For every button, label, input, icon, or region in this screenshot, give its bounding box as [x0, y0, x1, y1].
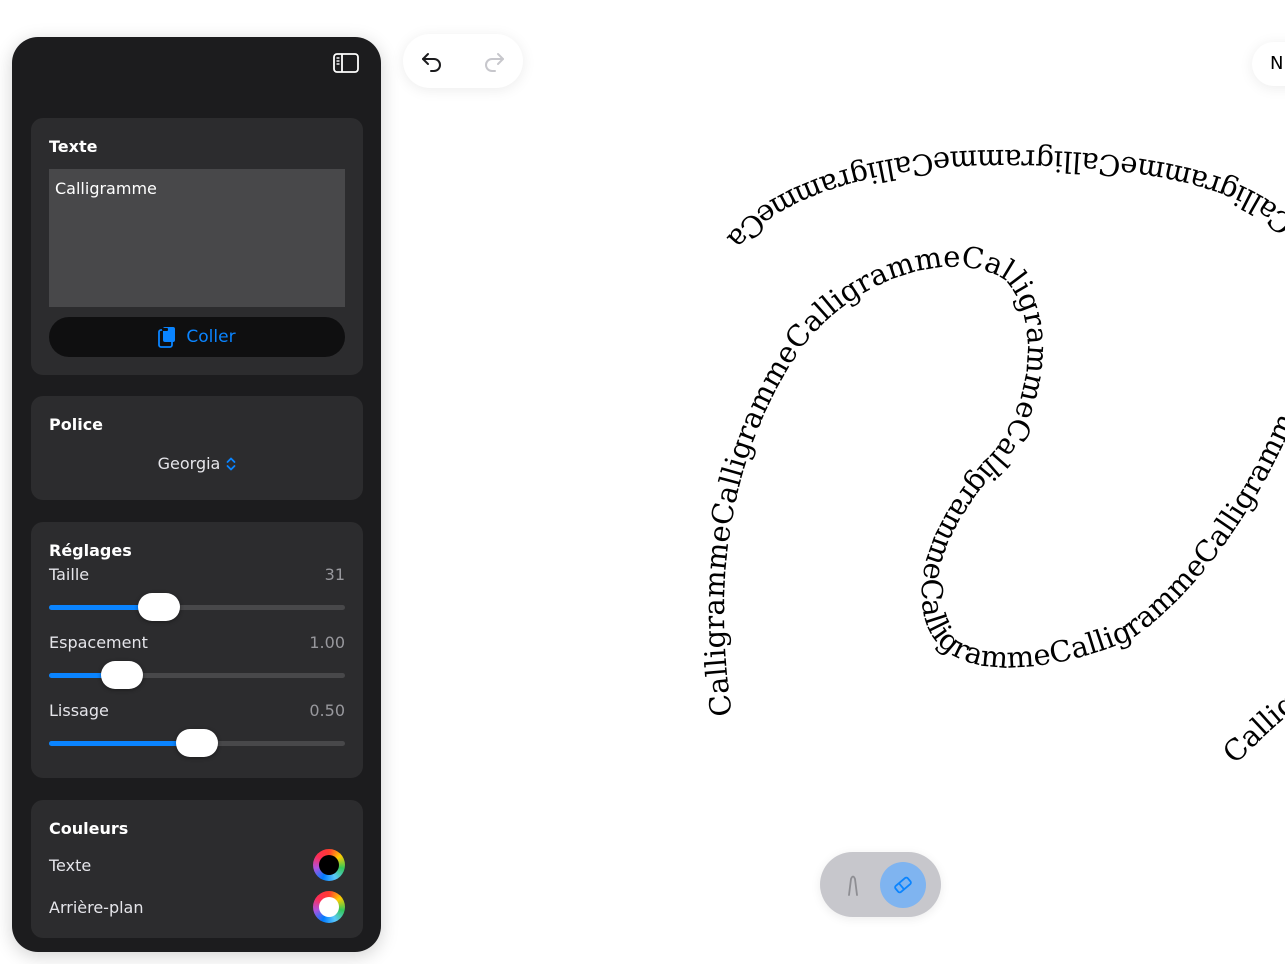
top-right-button-label: N: [1270, 53, 1284, 74]
calligram-path-bottom-text: CalligrammeCalligramme: [400, 100, 1285, 770]
sidebar-icon: [333, 53, 359, 73]
text-color-label: Texte: [49, 856, 92, 875]
font-picker-value: Georgia: [157, 454, 221, 473]
calligram-path-bottom: CalligrammeCalligramme: [400, 100, 1285, 770]
size-value: 31: [324, 565, 345, 584]
chevron-updown-icon: [226, 457, 236, 470]
background-color-swatch: [319, 897, 339, 917]
spacing-label: Espacement: [49, 633, 148, 652]
text-card: Texte Calligramme Coller: [31, 118, 363, 375]
pen-tool-button[interactable]: [830, 862, 876, 908]
size-slider-thumb[interactable]: [137, 593, 180, 621]
text-color-well[interactable]: [313, 849, 345, 881]
pen-icon: [848, 875, 858, 896]
font-section-title: Police: [49, 415, 104, 434]
redo-icon: [485, 53, 504, 72]
drawing-canvas[interactable]: CalligrammeCalligrammeCalligrammeCalligr…: [400, 100, 1285, 840]
smoothing-slider-fill: [49, 741, 197, 746]
font-card: Police Georgia: [31, 396, 363, 500]
paste-label: Coller: [186, 327, 236, 347]
background-color-well[interactable]: [313, 891, 345, 923]
undo-icon: [422, 53, 441, 72]
background-color-label: Arrière-plan: [49, 898, 144, 917]
text-color-swatch: [319, 855, 339, 875]
text-section-title: Texte: [49, 137, 98, 156]
settings-card: Réglages Taille 31 Espacement 1.00 Lissa…: [31, 522, 363, 778]
size-label: Taille: [49, 565, 90, 584]
tool-picker: [820, 852, 941, 917]
font-picker[interactable]: Georgia: [31, 454, 363, 473]
settings-panel: Texte Calligramme Coller Police Georgia …: [12, 37, 381, 952]
colors-section-title: Couleurs: [49, 819, 129, 838]
size-slider[interactable]: [49, 593, 345, 621]
undo-button[interactable]: [417, 46, 447, 76]
spacing-value: 1.00: [309, 633, 345, 652]
settings-section-title: Réglages: [49, 541, 132, 560]
eraser-tool-button[interactable]: [880, 862, 926, 908]
undo-redo-group: [403, 34, 523, 88]
top-right-button[interactable]: N: [1252, 42, 1285, 86]
eraser-icon: [894, 876, 912, 894]
calligram-path-top-text: CalligrammeCalligrammeCalligrammeCalligr…: [400, 100, 1285, 256]
paste-icon: [158, 327, 176, 348]
smoothing-slider-thumb[interactable]: [176, 729, 218, 757]
smoothing-value: 0.50: [309, 701, 345, 720]
colors-card: Couleurs Texte Arrière-plan: [31, 800, 363, 938]
paste-button[interactable]: Coller: [49, 317, 345, 357]
smoothing-slider[interactable]: [49, 729, 345, 757]
spacing-slider-thumb[interactable]: [100, 661, 143, 689]
redo-button[interactable]: [479, 46, 509, 76]
calligram-path-top: CalligrammeCalligrammeCalligrammeCalligr…: [400, 100, 1285, 256]
text-input[interactable]: Calligramme: [49, 169, 345, 307]
sidebar-toggle-button[interactable]: [332, 51, 360, 75]
smoothing-label: Lissage: [49, 701, 109, 720]
spacing-slider[interactable]: [49, 661, 345, 689]
